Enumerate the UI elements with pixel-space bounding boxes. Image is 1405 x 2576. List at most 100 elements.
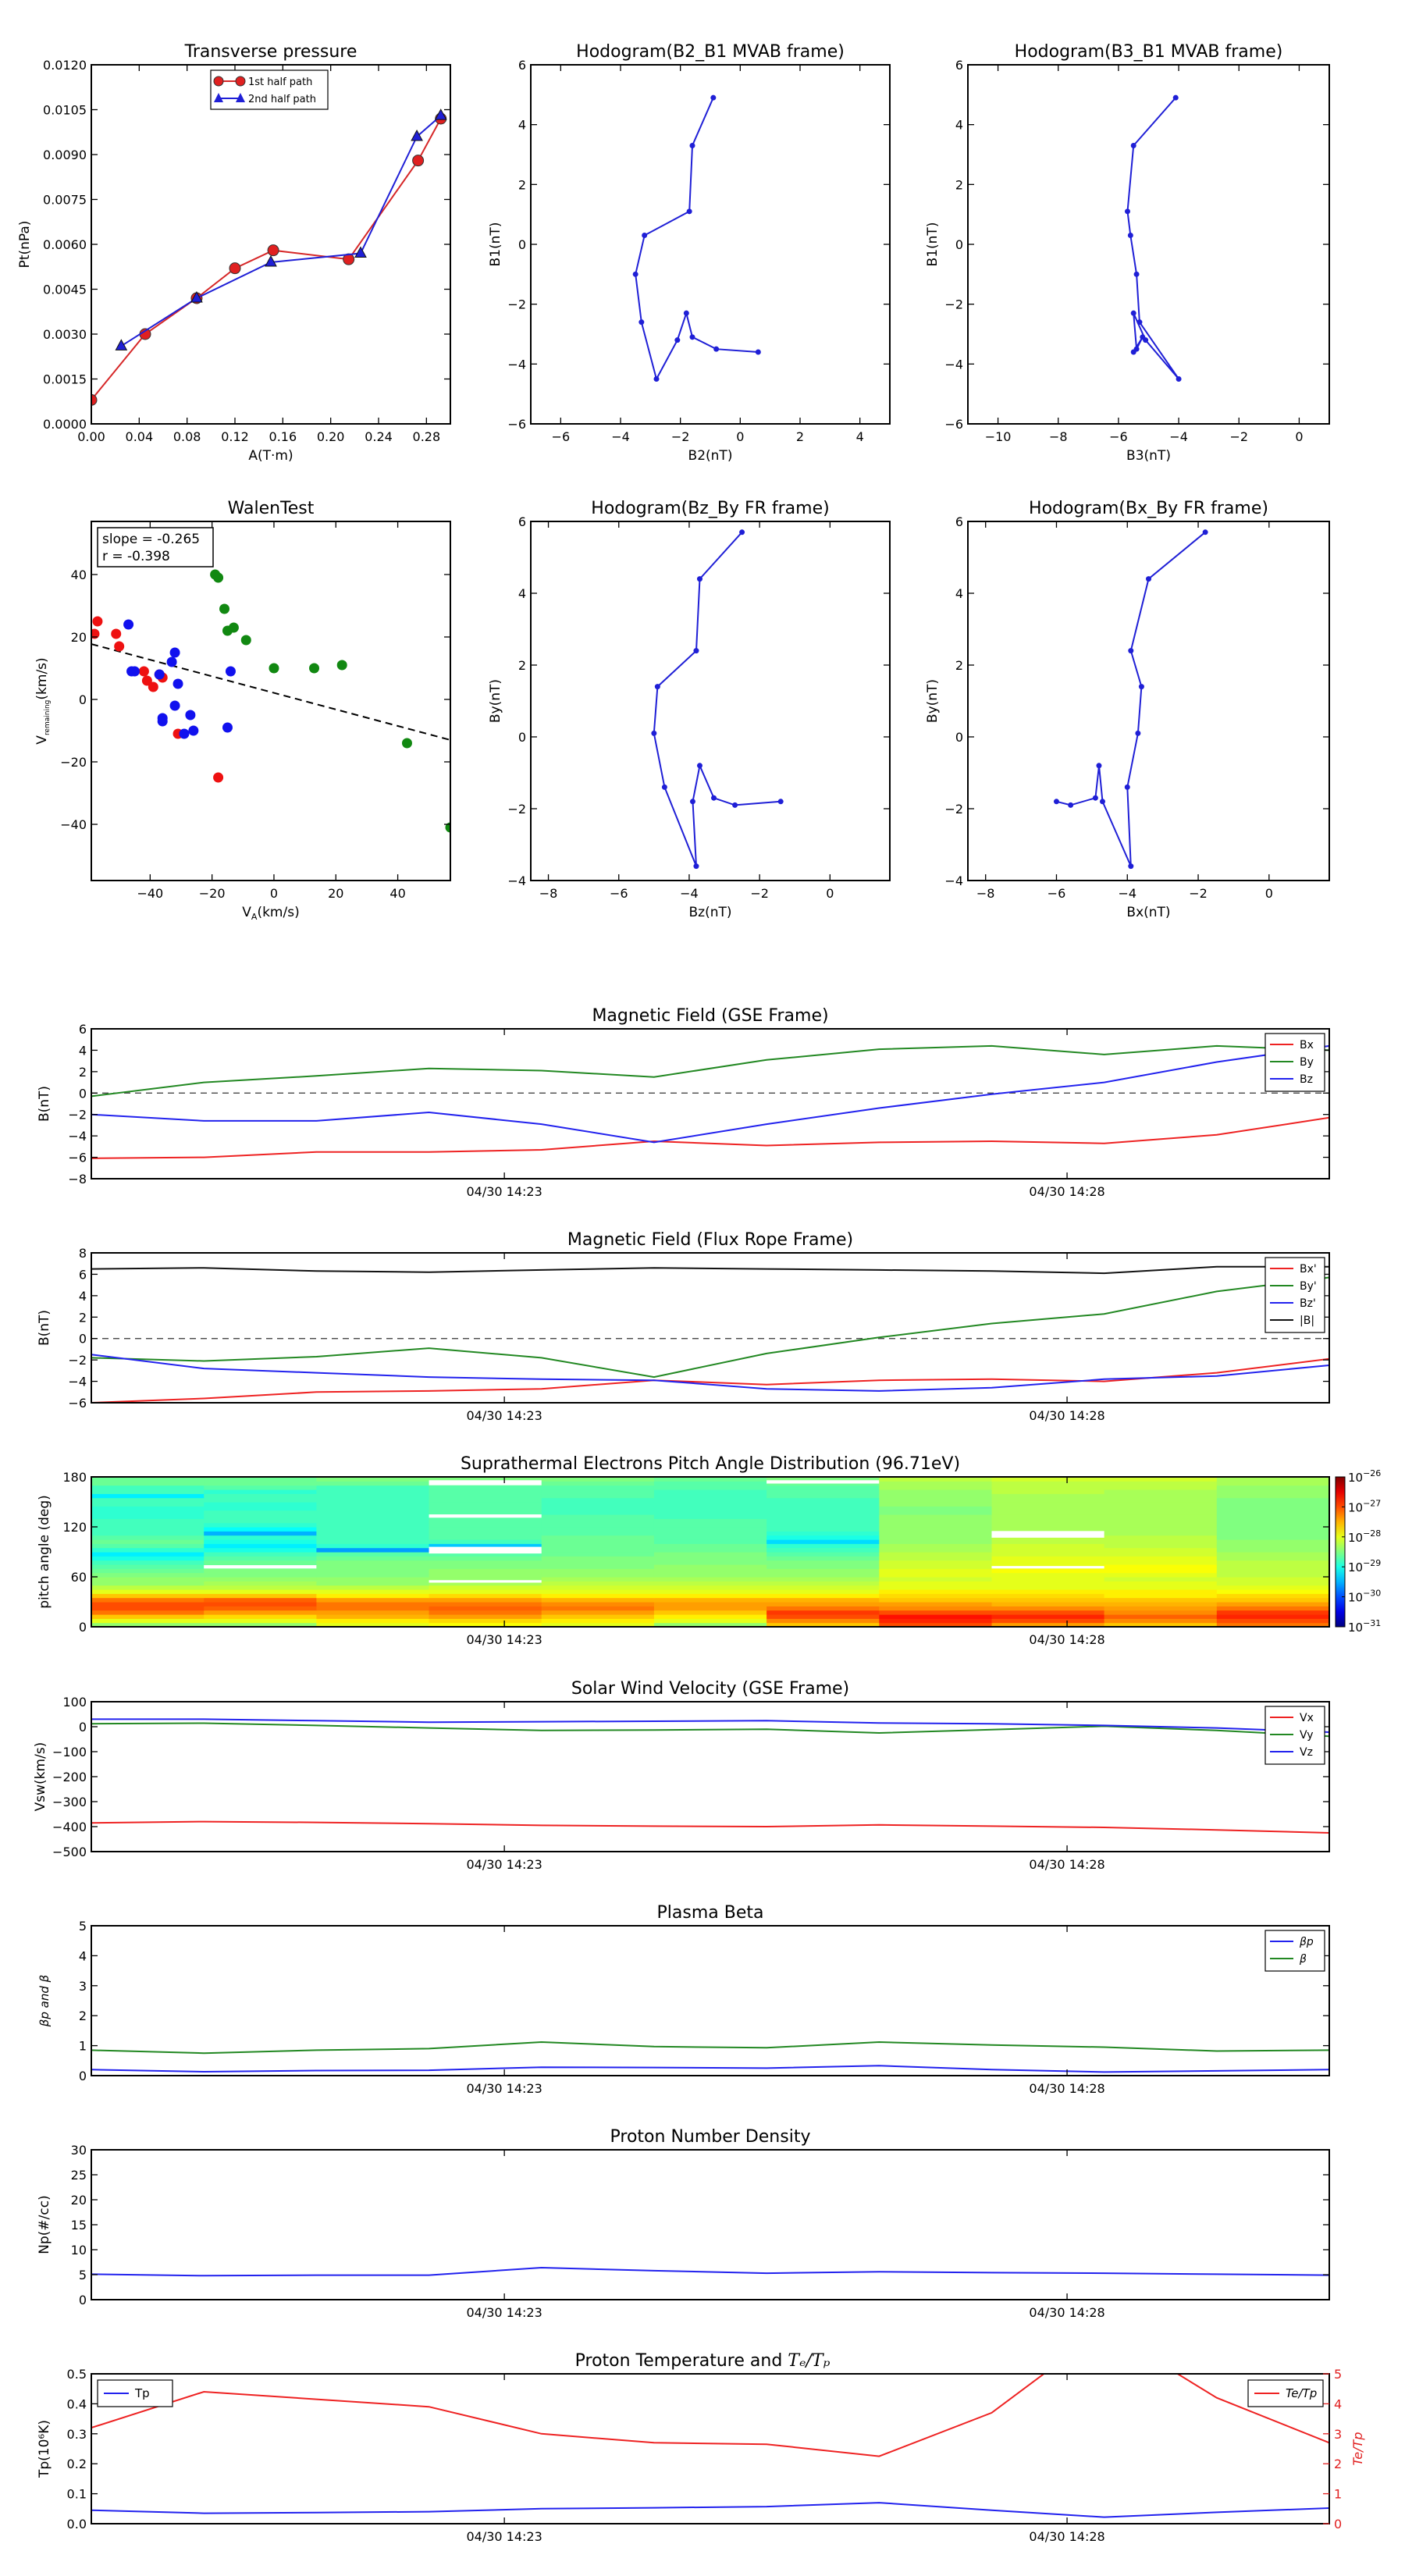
- heatmap-cell: [204, 1481, 317, 1486]
- y-tick-label: 0.0090: [43, 148, 87, 162]
- legend-label: Bx: [1300, 1039, 1314, 1051]
- y-axis-label-right: Te/Tp: [1350, 2432, 1365, 2466]
- data-point: [401, 738, 412, 749]
- heatmap-cell: [204, 1614, 317, 1619]
- heatmap-cell: [879, 1610, 993, 1615]
- data-point: [1096, 763, 1102, 769]
- heatmap-cell: [91, 1527, 205, 1532]
- heatmap-cell: [204, 1568, 317, 1574]
- data-point: [732, 802, 738, 808]
- panel-density: Proton Number Density 04/30 14:23 04/30 14…: [37, 2127, 1330, 2320]
- y-tick-label: 2: [79, 2008, 87, 2023]
- y-tick-label: 0.0120: [43, 58, 87, 73]
- heatmap-cell: [1104, 1497, 1218, 1503]
- heatmap-cell: [429, 1597, 542, 1603]
- heatmap-cell: [879, 1502, 993, 1507]
- y-axis-label: B1(nT): [488, 222, 503, 267]
- heatmap-cell: [653, 1547, 767, 1553]
- colorbar-tick-label: 10−30: [1348, 1589, 1381, 1605]
- heatmap-cell: [316, 1564, 430, 1569]
- y-tick-label: 0: [518, 237, 526, 252]
- y-tick-label: 0.4: [67, 2396, 87, 2411]
- y-tick-label: −4: [944, 357, 963, 372]
- panel-plasma-beta: Plasma Beta 04/30 14:23 04/30 14:28 0 1 2 3 4 5 β…: [37, 1903, 1330, 2096]
- heatmap-cell: [879, 1489, 993, 1494]
- data-point: [1138, 684, 1144, 690]
- heatmap-cell: [879, 1556, 993, 1561]
- y-tick-label: 2: [79, 1065, 87, 1080]
- heatmap-cell: [91, 1547, 205, 1553]
- y-tick-label: 2: [955, 658, 963, 673]
- x-tick-label: 04/30 14:23: [466, 1184, 542, 1199]
- x-tick-label: 20: [328, 886, 343, 901]
- plot-frame: [530, 64, 891, 425]
- heatmap-cell: [91, 1539, 205, 1544]
- y-tick-label: 0.0015: [43, 372, 87, 387]
- heatmap-cell: [316, 1556, 430, 1561]
- heatmap-cell: [91, 1489, 205, 1494]
- legend-label: By': [1300, 1280, 1317, 1293]
- data-point: [1136, 319, 1143, 326]
- x-tick-label: −8: [539, 886, 558, 901]
- heatmap-cell: [1216, 1618, 1329, 1624]
- x-tick-label: −2: [671, 429, 690, 444]
- data-point: [1140, 334, 1146, 340]
- heatmap-cell: [1216, 1577, 1329, 1582]
- heatmap-cell: [767, 1547, 880, 1553]
- heatmap-cell: [541, 1531, 655, 1536]
- heatmap-cell: [541, 1585, 655, 1590]
- chart-title: Hodogram(B3_B1 MVAB frame): [1015, 42, 1283, 62]
- heatmap-cell: [879, 1493, 993, 1499]
- heatmap-cell: [879, 1506, 993, 1511]
- y-tick-label: 1: [79, 2039, 87, 2054]
- y-tick-label: −6: [507, 417, 526, 432]
- heatmap-cell: [767, 1522, 880, 1528]
- heatmap-cell: [1104, 1589, 1218, 1594]
- data-point: [169, 647, 180, 658]
- data-point: [138, 666, 149, 677]
- colorbar-tick-label: 10−31: [1348, 1618, 1381, 1635]
- plot-frame: [91, 1252, 1330, 1404]
- y-axis-label: Vsw(km/s): [33, 1742, 48, 1812]
- heatmap-cell: [91, 1614, 205, 1619]
- heatmap-cell: [879, 1539, 993, 1544]
- x-tick-label: 04/30 14:23: [466, 1632, 542, 1647]
- y-tick-label: 5: [79, 1919, 87, 1934]
- plot-frame: [530, 521, 891, 881]
- heatmap-cell: [91, 1535, 205, 1540]
- colorbar-tick-label: 10−26: [1348, 1468, 1381, 1485]
- heatmap-cell: [879, 1552, 993, 1557]
- x-tick-label: −4: [680, 886, 699, 901]
- heatmap-cell: [767, 1614, 880, 1619]
- data-point: [661, 784, 667, 790]
- heatmap-cell: [429, 1560, 542, 1565]
- heatmap-cell: [767, 1564, 880, 1569]
- legend-label: 1st half path: [248, 76, 312, 88]
- data-point: [225, 666, 236, 677]
- heatmap-cell: [991, 1618, 1105, 1624]
- heatmap-cell: [541, 1522, 655, 1528]
- heatmap-cell: [767, 1610, 880, 1615]
- series-line-Bz: [91, 1044, 1329, 1144]
- series-line-0: [653, 532, 781, 866]
- heatmap-cell: [1104, 1522, 1218, 1528]
- heatmap-cell: [991, 1577, 1105, 1582]
- data-point: [1202, 529, 1208, 535]
- data-point: [115, 339, 128, 350]
- heatmap-gap: [429, 1580, 542, 1583]
- y-tick-label: 15: [71, 2218, 87, 2233]
- panel-velocity: Solar Wind Velocity (GSE Frame) 04/30 14:…: [33, 1679, 1330, 1872]
- x-tick-label: −6: [610, 886, 628, 901]
- heatmap-cell: [1216, 1535, 1329, 1540]
- legend-label: Vx: [1300, 1712, 1314, 1724]
- heatmap-cell: [653, 1560, 767, 1565]
- heatmap-cell: [653, 1618, 767, 1624]
- data-point: [213, 772, 224, 783]
- series-line-0: [91, 2266, 1329, 2277]
- heatmap-cell: [1104, 1560, 1218, 1565]
- x-tick-label: 4: [856, 429, 864, 444]
- data-point: [1133, 271, 1140, 277]
- series-line-B: [91, 1265, 1329, 1275]
- y-tick-label: 6: [518, 58, 526, 73]
- series-line-0: [1126, 97, 1179, 380]
